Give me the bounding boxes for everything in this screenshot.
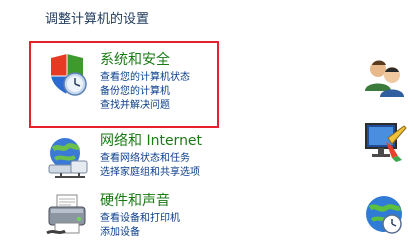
category-title-hardware-sound[interactable]: 硬件和声音 <box>100 193 180 209</box>
link-devices-printers[interactable]: 查看设备和打印机 <box>100 212 180 226</box>
category-text: 网络和 Internet 查看网络状态和任务 选择家庭组和共享选项 <box>100 133 202 180</box>
network-icon[interactable] <box>45 133 91 179</box>
link-homegroup-sharing[interactable]: 选择家庭组和共享选项 <box>100 166 202 180</box>
appearance-icon[interactable] <box>362 118 408 164</box>
link-troubleshoot[interactable]: 查找并解决问题 <box>100 99 190 113</box>
link-view-network-status[interactable]: 查看网络状态和任务 <box>100 152 202 166</box>
category-text: 硬件和声音 查看设备和打印机 添加设备 <box>100 193 180 240</box>
category-text: 系统和安全 查看您的计算机状态 备份您的计算机 查找并解决问题 <box>100 52 190 113</box>
shield-clock-icon[interactable] <box>45 52 91 98</box>
link-add-device[interactable]: 添加设备 <box>100 226 180 240</box>
printer-icon[interactable] <box>45 193 91 239</box>
category-title-network-internet[interactable]: 网络和 Internet <box>100 133 202 149</box>
category-title-system-security[interactable]: 系统和安全 <box>100 52 190 68</box>
page-title: 调整计算机的设置 <box>45 12 150 27</box>
link-view-computer-status[interactable]: 查看您的计算机状态 <box>100 71 190 85</box>
user-accounts-icon[interactable] <box>362 55 408 101</box>
link-backup-computer[interactable]: 备份您的计算机 <box>100 85 190 99</box>
clock-globe-icon[interactable] <box>362 190 408 236</box>
